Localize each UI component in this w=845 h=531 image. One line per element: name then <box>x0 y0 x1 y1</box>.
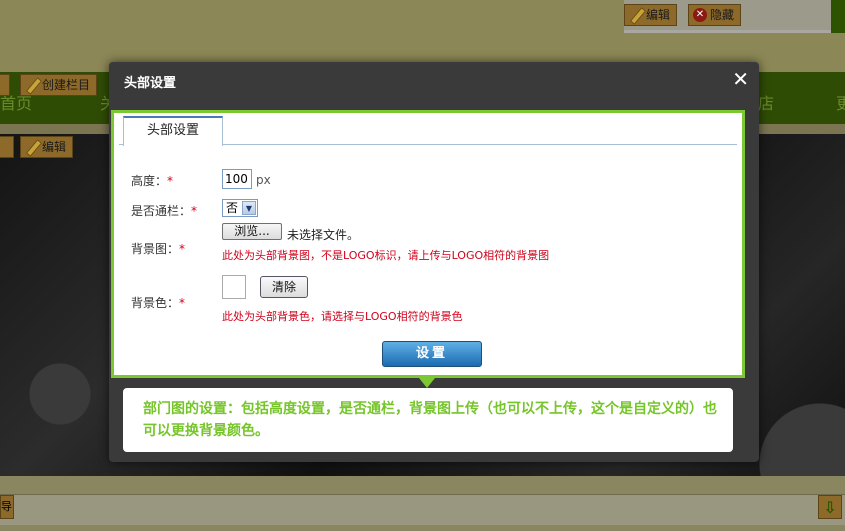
callout-pointer <box>419 378 435 388</box>
height-unit: px <box>256 173 271 187</box>
banner-edit-label: 编辑 <box>42 140 67 154</box>
top-edit-button[interactable]: 编辑 <box>624 4 678 26</box>
bgimage-hint: 此处为头部背景图，不是LOGO标识，请上传与LOGO相符的背景图 <box>222 249 550 262</box>
callout-text: 部门图的设置：包括高度设置，是否通栏，背景图上传（也可以不上传，这个是自定义的）… <box>143 401 717 439</box>
create-column-label: 创建栏目 <box>42 78 91 92</box>
dialog-body: 头部设置 高度：* px 是否通栏：* 否 ▼ 背景图：* 浏览... 未选择文… <box>111 110 745 378</box>
tab-header-settings[interactable]: 头部设置 <box>123 116 223 146</box>
chevron-down-icon: ▼ <box>242 201 256 215</box>
close-circle-icon: ✕ <box>693 8 707 22</box>
tab-bar: 头部设置 <box>119 116 737 146</box>
fullwidth-select[interactable]: 否 ▼ <box>222 199 258 217</box>
fullwidth-value: 否 <box>226 201 239 215</box>
top-edit-label: 编辑 <box>646 8 671 22</box>
bgcolor-label: 背景色：* <box>131 296 186 310</box>
bgcolor-hint: 此处为头部背景色，请选择与LOGO相符的背景色 <box>222 310 463 323</box>
callout-box: 部门图的设置：包括高度设置，是否通栏，背景图上传（也可以不上传，这个是自定义的）… <box>123 388 733 452</box>
left-edge-button[interactable] <box>0 74 10 96</box>
banner-edit-button[interactable]: 编辑 <box>20 136 74 158</box>
fullwidth-label: 是否通栏：* <box>131 204 198 218</box>
page-footer-area <box>0 476 845 531</box>
no-file-text: 未选择文件。 <box>287 228 360 242</box>
bottom-left-button[interactable]: 导 <box>0 495 14 519</box>
nav-item-more[interactable]: 更 <box>836 90 845 114</box>
browse-button[interactable]: 浏览... <box>222 223 282 240</box>
close-icon[interactable]: ✕ <box>732 68 749 90</box>
pencil-icon <box>629 8 643 22</box>
arrow-down-icon: ⇩ <box>823 497 837 517</box>
banner-left-button[interactable] <box>0 136 14 158</box>
hide-label: 隐藏 <box>710 8 735 22</box>
height-label: 高度：* <box>131 174 174 188</box>
move-down-button[interactable]: ⇩ <box>818 495 842 519</box>
nav-item-3[interactable]: 店 <box>758 90 774 114</box>
bgimage-label: 背景图：* <box>131 242 186 256</box>
height-input[interactable] <box>222 169 252 189</box>
dialog-title: 头部设置 <box>124 76 177 91</box>
submit-button[interactable]: 设置 <box>382 341 482 367</box>
pencil-icon <box>25 140 39 154</box>
clear-button[interactable]: 清除 <box>260 276 308 298</box>
create-column-button[interactable]: 创建栏目 <box>20 74 98 96</box>
pencil-icon <box>25 78 39 92</box>
color-swatch[interactable] <box>222 275 246 299</box>
hide-button[interactable]: ✕ 隐藏 <box>688 4 742 26</box>
